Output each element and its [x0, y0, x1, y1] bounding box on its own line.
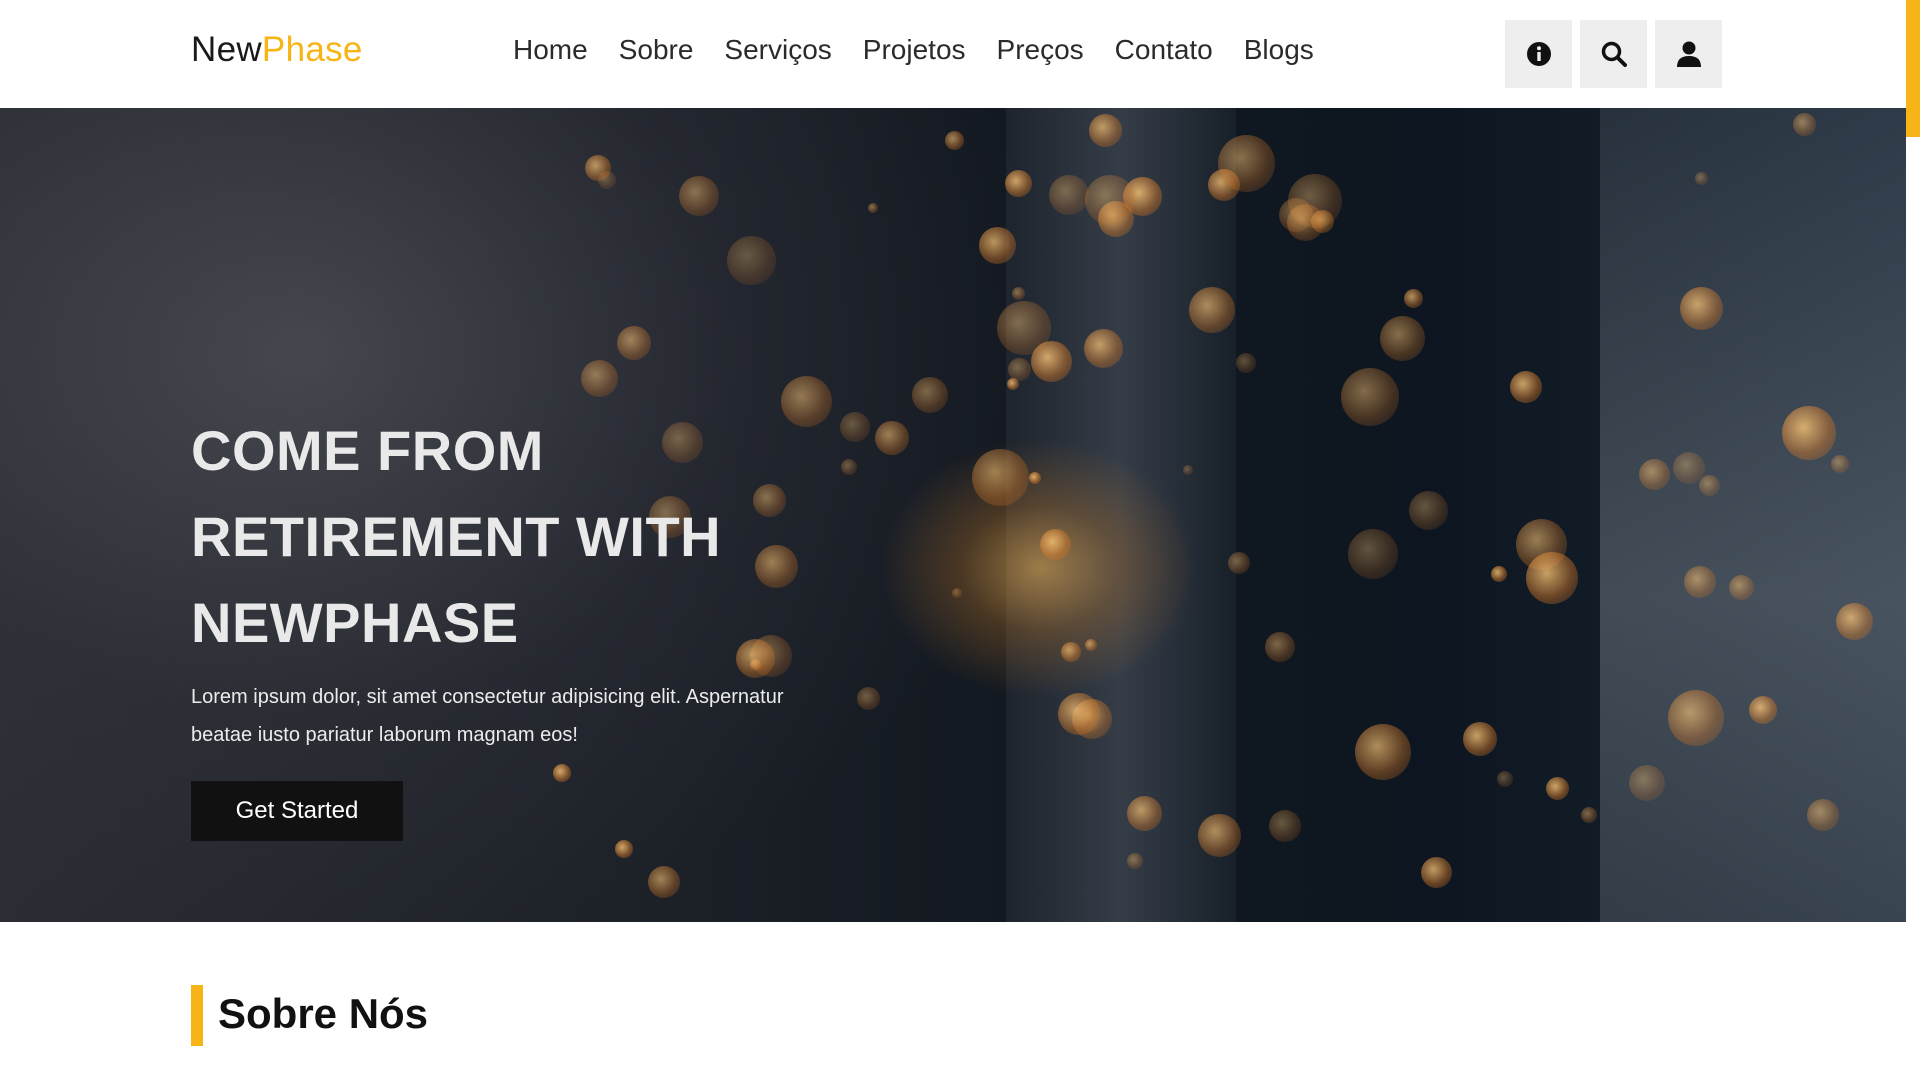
bokeh-spark [1497, 771, 1513, 787]
bokeh-spark [1793, 113, 1816, 136]
bokeh-spark [617, 326, 651, 360]
hero-description-line-2: beatae iusto pariatur laborum magnam eos… [191, 724, 578, 746]
bokeh-spark [1085, 175, 1135, 225]
bokeh-spark [1581, 807, 1597, 823]
bokeh-spark [1089, 114, 1122, 147]
bokeh-spark [1127, 796, 1162, 831]
bokeh-spark [1127, 853, 1143, 869]
main-nav: Home Sobre Serviços Projetos Preços Cont… [513, 34, 1345, 66]
bokeh-spark [1629, 765, 1665, 801]
get-started-button[interactable]: Get Started [191, 781, 403, 841]
hero-description-line-1: Lorem ipsum dolor, sit amet consectetur … [191, 686, 784, 708]
bokeh-spark [1526, 552, 1578, 604]
bokeh-spark [1421, 857, 1452, 888]
nav-item-blogs[interactable]: Blogs [1244, 34, 1314, 66]
bokeh-spark [1183, 465, 1193, 475]
section-title-accent-bar [191, 985, 203, 1046]
nav-item-projetos[interactable]: Projetos [863, 34, 966, 66]
bokeh-spark [679, 176, 719, 216]
bokeh-spark [1269, 810, 1301, 842]
user-icon [1676, 41, 1701, 67]
nav-item-home[interactable]: Home [513, 34, 588, 66]
account-button[interactable] [1655, 20, 1722, 88]
info-button[interactable] [1505, 20, 1572, 88]
bokeh-spark [1639, 459, 1670, 490]
bokeh-spark [1749, 696, 1777, 724]
bokeh-spark [1265, 632, 1295, 662]
bokeh-spark [1029, 472, 1041, 484]
bokeh-spark [1380, 316, 1425, 361]
bokeh-spark [1040, 529, 1071, 560]
hero-slider: COME FROM RETIREMENT WITH NEWPHASE Lorem… [0, 108, 1906, 922]
nav-item-servicos[interactable]: Serviços [724, 34, 831, 66]
bokeh-spark [1668, 690, 1724, 746]
bokeh-spark [1491, 566, 1507, 582]
bokeh-spark [1228, 552, 1250, 574]
nav-item-contato[interactable]: Contato [1115, 34, 1213, 66]
bokeh-spark [553, 764, 571, 782]
bokeh-spark [1084, 329, 1123, 368]
bokeh-spark [1831, 455, 1849, 473]
nav-item-precos[interactable]: Preços [997, 34, 1084, 66]
bokeh-spark [585, 155, 611, 181]
bokeh-spark [1680, 287, 1723, 330]
hero-title-line-2: RETIREMENT WITH [191, 505, 722, 568]
bokeh-spark [1546, 777, 1569, 800]
bokeh-spark [945, 131, 964, 150]
bokeh-spark [1236, 353, 1256, 373]
logo[interactable]: NewPhase [191, 30, 363, 70]
header-actions [1505, 20, 1722, 88]
bokeh-spark [1699, 475, 1720, 496]
scrollbar-thumb[interactable] [1906, 0, 1920, 137]
bokeh-spark [979, 227, 1016, 264]
logo-text-new: New [191, 30, 262, 69]
bokeh-spark [1807, 799, 1839, 831]
hero-title-line-3: NEWPHASE [191, 591, 519, 654]
hero-title-line-1: COME FROM [191, 419, 544, 482]
bokeh-spark [615, 840, 633, 858]
bokeh-spark [868, 203, 878, 213]
bokeh-spark [648, 866, 680, 898]
bokeh-spark [1058, 693, 1100, 735]
bokeh-spark [1198, 814, 1241, 857]
bokeh-spark [952, 588, 962, 598]
bokeh-spark [1695, 172, 1708, 185]
bokeh-spark [1673, 452, 1705, 484]
bokeh-spark [1729, 575, 1754, 600]
bokeh-spark [727, 236, 776, 285]
bokeh-spark [1341, 368, 1399, 426]
bokeh-spark [1510, 371, 1542, 403]
bokeh-spark [912, 377, 948, 413]
hero-title: COME FROM RETIREMENT WITH NEWPHASE [191, 408, 911, 666]
bokeh-spark [1463, 722, 1497, 756]
bokeh-spark [1348, 529, 1398, 579]
bokeh-spark [1085, 639, 1097, 651]
bokeh-spark [1218, 135, 1275, 192]
search-button[interactable] [1580, 20, 1647, 88]
hero-description: Lorem ipsum dolor, sit amet consectetur … [191, 678, 871, 754]
bokeh-spark [972, 449, 1029, 506]
bokeh-spark [1189, 287, 1235, 333]
bokeh-spark [1049, 175, 1089, 215]
bokeh-spark [1061, 642, 1081, 662]
bokeh-spark [1404, 289, 1423, 308]
bokeh-spark [1684, 566, 1716, 598]
info-icon [1526, 42, 1551, 66]
nav-item-sobre[interactable]: Sobre [619, 34, 694, 66]
logo-text-phase: Phase [261, 30, 363, 69]
search-icon [1601, 41, 1627, 67]
bokeh-spark [1287, 204, 1324, 241]
bokeh-spark [1355, 724, 1411, 780]
bokeh-spark [1012, 287, 1025, 300]
scrollbar[interactable] [1906, 0, 1920, 1080]
bokeh-spark [1007, 378, 1019, 390]
bokeh-spark [1782, 406, 1836, 460]
bokeh-spark [1031, 341, 1072, 382]
bokeh-spark [1836, 603, 1873, 640]
bokeh-spark [581, 360, 618, 397]
bokeh-spark [1005, 170, 1032, 197]
section-title-sobre-nos: Sobre Nós [218, 990, 429, 1037]
bokeh-spark [1409, 491, 1448, 530]
site-header: NewPhase Home Sobre Serviços Projetos Pr… [0, 0, 1906, 108]
